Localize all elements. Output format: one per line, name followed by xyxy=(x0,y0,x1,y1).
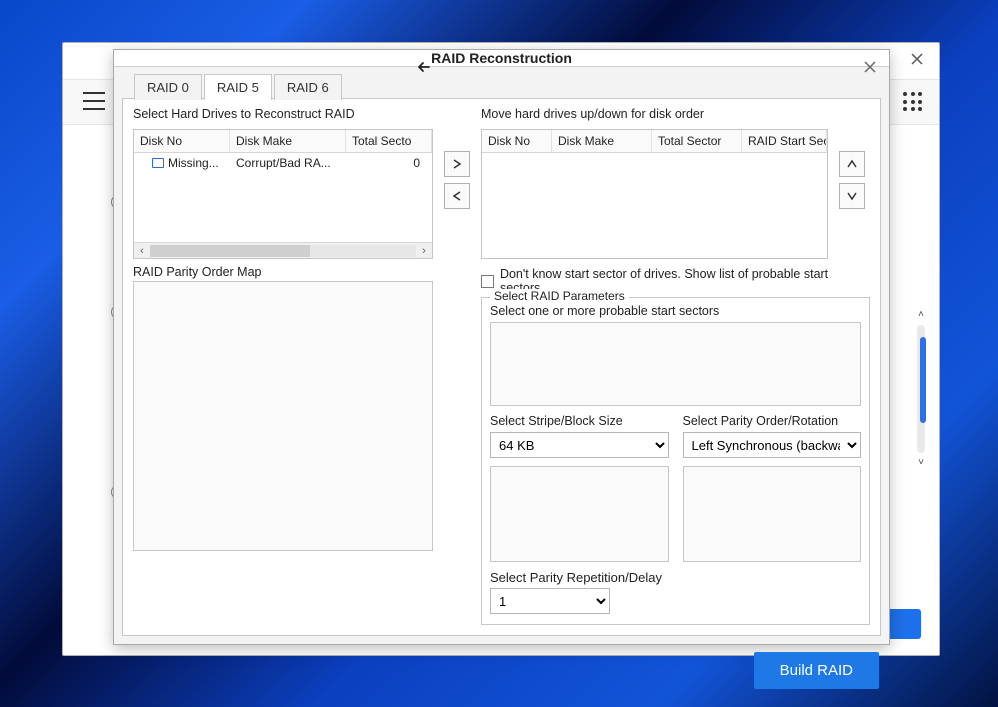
apps-grid-icon[interactable] xyxy=(903,92,923,112)
raid-reconstruction-dialog: RAID Reconstruction RAID 0 RAID 5 RAID 6… xyxy=(113,49,890,645)
stripe-size-label: Select Stripe/Block Size xyxy=(490,414,669,428)
move-up-button[interactable] xyxy=(839,151,865,177)
parity-order-select[interactable]: Left Synchronous (backward xyxy=(683,432,862,458)
dialog-body: RAID 0 RAID 5 RAID 6 Select Hard Drives … xyxy=(114,67,889,644)
raid-tabs: RAID 0 RAID 5 RAID 6 xyxy=(134,73,881,99)
stripe-options-box xyxy=(490,466,669,562)
parity-delay-label: Select Parity Repetition/Delay xyxy=(490,570,610,585)
unknown-start-sector-checkbox[interactable] xyxy=(481,275,494,288)
col2-raid-start[interactable]: RAID Start Sector xyxy=(742,130,827,152)
dialog-titlebar: RAID Reconstruction xyxy=(114,50,889,67)
move-down-button[interactable] xyxy=(839,183,865,209)
horizontal-scrollbar[interactable]: ‹ › xyxy=(134,242,432,258)
dialog-footer: Build RAID xyxy=(114,644,889,697)
parity-options-box xyxy=(683,466,862,562)
dialog-close-icon[interactable] xyxy=(859,56,881,78)
table-row[interactable]: Missing... Corrupt/Bad RA... 0 xyxy=(134,153,432,173)
order-arrows-col xyxy=(834,129,870,259)
parity-delay-select[interactable]: 1 xyxy=(490,588,610,614)
parity-map-section: RAID Parity Order Map xyxy=(133,265,433,625)
hscroll-right-icon[interactable]: › xyxy=(416,244,432,258)
parity-map-box xyxy=(133,281,433,551)
probable-sectors-list[interactable] xyxy=(490,322,861,406)
back-icon[interactable] xyxy=(412,59,430,75)
parity-map-label: RAID Parity Order Map xyxy=(133,265,433,279)
col2-disk-make[interactable]: Disk Make xyxy=(552,130,652,152)
col2-disk-no[interactable]: Disk No xyxy=(482,130,552,152)
build-raid-button[interactable]: Build RAID xyxy=(754,652,879,689)
dialog-title: RAID Reconstruction xyxy=(431,50,572,66)
raid-parameters-section: Don't know start sector of drives. Show … xyxy=(481,265,870,625)
tab-raid6[interactable]: RAID 6 xyxy=(274,74,342,100)
col2-total-sector[interactable]: Total Sector xyxy=(652,130,742,152)
tab-raid5[interactable]: RAID 5 xyxy=(204,74,272,100)
tab-raid0[interactable]: RAID 0 xyxy=(134,74,202,100)
hscroll-thumb[interactable] xyxy=(150,245,310,257)
select-drives-label: Select Hard Drives to Reconstruct RAID xyxy=(133,107,433,121)
scroll-up-icon[interactable]: ˄ xyxy=(915,309,927,320)
parent-close-icon[interactable] xyxy=(907,49,927,69)
parity-order-label: Select Parity Order/Rotation xyxy=(683,414,862,428)
remove-drive-button[interactable] xyxy=(444,183,470,209)
scroll-down-icon[interactable]: ˅ xyxy=(915,457,927,468)
hscroll-left-icon[interactable]: ‹ xyxy=(134,244,150,258)
scroll-thumb[interactable] xyxy=(920,337,926,423)
col-disk-no[interactable]: Disk No xyxy=(134,130,230,152)
probable-sectors-label: Select one or more probable start sector… xyxy=(490,304,861,318)
move-arrows-col xyxy=(439,129,475,259)
col-disk-make[interactable]: Disk Make xyxy=(230,130,346,152)
hamburger-menu-icon[interactable] xyxy=(83,92,105,110)
raid-parameters-fieldset: Select RAID Parameters Select one or mor… xyxy=(481,297,870,625)
disk-icon xyxy=(152,158,164,168)
tab-panel: Select Hard Drives to Reconstruct RAID M… xyxy=(122,98,881,636)
source-drives-table[interactable]: Disk No Disk Make Total Secto Missing...… xyxy=(133,129,433,259)
ordered-drives-table[interactable]: Disk No Disk Make Total Sector RAID Star… xyxy=(481,129,828,259)
stripe-size-select[interactable]: 64 KB xyxy=(490,432,669,458)
raid-parameters-legend: Select RAID Parameters xyxy=(490,289,629,303)
add-drive-button[interactable] xyxy=(444,151,470,177)
move-drives-label: Move hard drives up/down for disk order xyxy=(481,107,870,121)
col-total-sector[interactable]: Total Secto xyxy=(346,130,432,152)
